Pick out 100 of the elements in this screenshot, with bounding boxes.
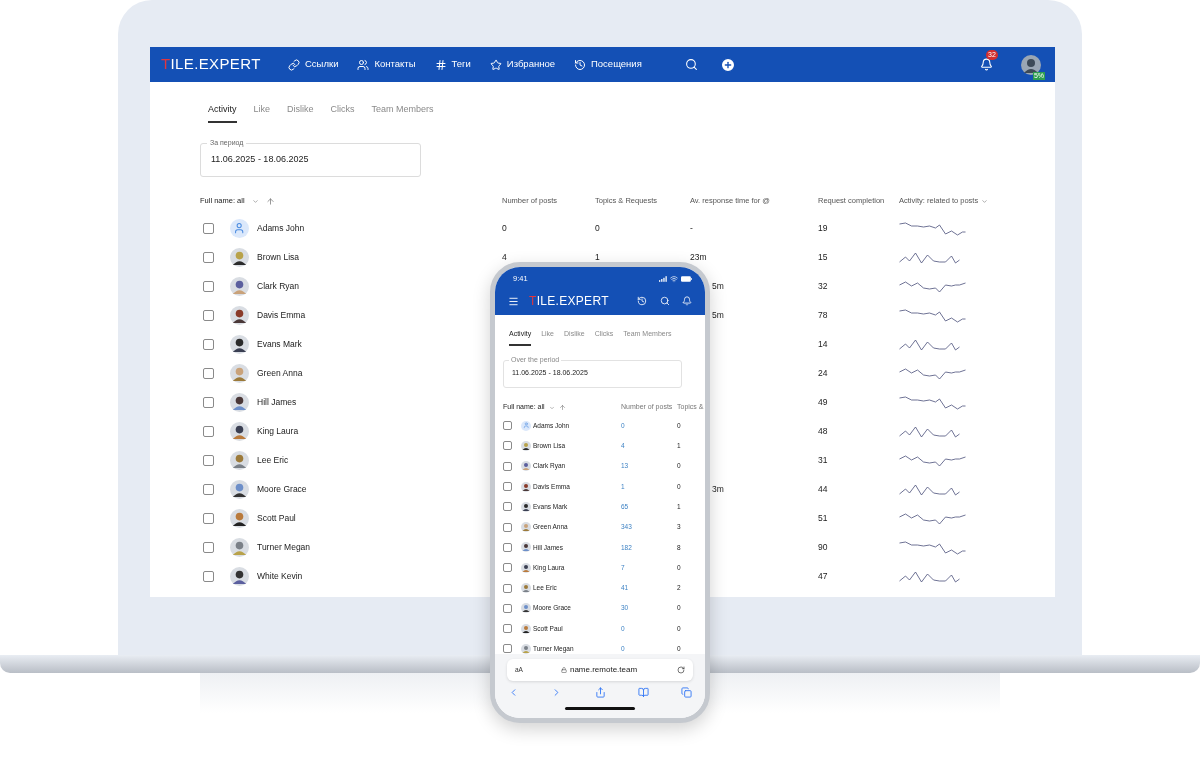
user-name[interactable]: White Kevin: [257, 569, 303, 583]
checkbox[interactable]: [503, 542, 512, 552]
avatar: [521, 542, 531, 553]
avatar: [230, 363, 249, 383]
checkbox[interactable]: [503, 563, 512, 573]
tab[interactable]: Team Members: [371, 103, 434, 123]
checkbox[interactable]: [203, 222, 214, 234]
logo[interactable]: TILE.EXPERT: [529, 292, 609, 310]
bell-icon[interactable]: [980, 58, 993, 71]
logo[interactable]: TILE.EXPERT: [161, 53, 288, 76]
sparkline: [899, 510, 966, 526]
nav-link[interactable]: Контакты: [357, 57, 416, 72]
table-cell: 49: [818, 395, 828, 409]
avatar: [521, 501, 531, 512]
avatar: [521, 643, 531, 654]
user-name[interactable]: Evans Mark: [257, 337, 302, 351]
reload-icon[interactable]: [677, 666, 685, 674]
lock-icon: [560, 667, 567, 673]
checkbox[interactable]: [203, 280, 214, 292]
checkbox[interactable]: [503, 441, 512, 451]
url-text: name.remote.team: [569, 664, 638, 676]
checkbox[interactable]: [203, 338, 214, 350]
caret-icon[interactable]: [251, 197, 259, 205]
sparkline: [899, 539, 966, 555]
tab[interactable]: Activity: [208, 103, 237, 123]
share-icon[interactable]: [594, 687, 606, 698]
user-name[interactable]: Turner Megan: [257, 540, 311, 554]
profile-avatar[interactable]: [1021, 54, 1041, 75]
tab[interactable]: Like: [253, 103, 271, 123]
home-indicator: [565, 707, 635, 710]
avatar: [521, 522, 531, 533]
avatar: [230, 218, 249, 238]
table-cell: 90: [818, 540, 828, 554]
field-value: 11.06.2025 - 18.06.2025: [211, 152, 309, 166]
checkbox[interactable]: [203, 367, 214, 379]
tab[interactable]: Clicks: [330, 103, 355, 123]
search-icon[interactable]: [684, 58, 698, 71]
checkbox[interactable]: [503, 461, 512, 471]
nav-link[interactable]: Избранное: [489, 57, 555, 72]
nav-link[interactable]: Посещения: [574, 57, 642, 72]
wifi-icon: [670, 275, 678, 283]
checkbox[interactable]: [203, 454, 214, 466]
history-icon[interactable]: [637, 296, 647, 306]
table-cell: 78: [818, 308, 828, 322]
user-name[interactable]: Clark Ryan: [257, 279, 300, 293]
sparkline: [899, 307, 966, 323]
sort-icon[interactable]: [265, 196, 275, 206]
checkbox[interactable]: [203, 483, 214, 495]
avatar: [230, 392, 249, 412]
tabs-icon[interactable]: [681, 687, 692, 698]
table-cell: 19: [818, 221, 828, 235]
bookmarks-icon[interactable]: [637, 687, 649, 698]
checkbox[interactable]: [503, 603, 512, 613]
user-name[interactable]: King Laura: [257, 424, 299, 438]
avatar: [521, 481, 531, 492]
nav-link[interactable]: Теги: [434, 57, 471, 72]
checkbox[interactable]: [503, 624, 512, 634]
table-cell: 47: [818, 569, 828, 583]
checkbox[interactable]: [203, 309, 214, 321]
avatar: [230, 421, 249, 441]
checkbox[interactable]: [503, 583, 512, 593]
user-name[interactable]: Hill James: [257, 395, 297, 409]
avatar: [521, 461, 531, 472]
nav-link[interactable]: Ссылки: [288, 57, 339, 72]
sparkline: [899, 365, 966, 381]
history-icon: [574, 58, 586, 71]
checkbox[interactable]: [203, 541, 214, 553]
avatar: [521, 583, 531, 593]
checkbox[interactable]: [503, 482, 512, 492]
link-icon: [288, 58, 300, 71]
user-name[interactable]: Adams John: [257, 221, 305, 235]
user-name[interactable]: Scott Paul: [257, 511, 296, 525]
user-name[interactable]: Brown Lisa: [257, 250, 300, 264]
checkbox[interactable]: [203, 251, 214, 263]
caret-icon[interactable]: [981, 197, 989, 205]
add-icon[interactable]: [719, 56, 736, 73]
bell-icon[interactable]: [682, 296, 692, 306]
checkbox[interactable]: [503, 644, 512, 654]
checkbox[interactable]: [503, 502, 512, 512]
avatar: [521, 420, 531, 431]
checkbox[interactable]: [203, 425, 214, 437]
user-name[interactable]: Moore Grace: [257, 482, 307, 496]
table-cell: 51: [818, 511, 828, 525]
checkbox[interactable]: [503, 522, 512, 532]
menu-icon[interactable]: [508, 295, 519, 307]
user-name[interactable]: Lee Eric: [257, 453, 289, 467]
avatar: [230, 479, 249, 499]
user-name[interactable]: Green Anna: [257, 366, 303, 380]
search-icon[interactable]: [660, 296, 670, 306]
checkbox[interactable]: [503, 421, 512, 431]
tab[interactable]: Dislike: [287, 103, 314, 123]
checkbox[interactable]: [203, 396, 214, 408]
sort-icon[interactable]: [558, 404, 566, 411]
user-name[interactable]: Davis Emma: [257, 308, 306, 322]
users-icon: [357, 58, 370, 71]
battery-icon: [681, 276, 692, 282]
avatar: [521, 623, 531, 634]
checkbox[interactable]: [203, 570, 214, 582]
table-cell: 44: [818, 482, 828, 496]
checkbox[interactable]: [203, 512, 214, 524]
